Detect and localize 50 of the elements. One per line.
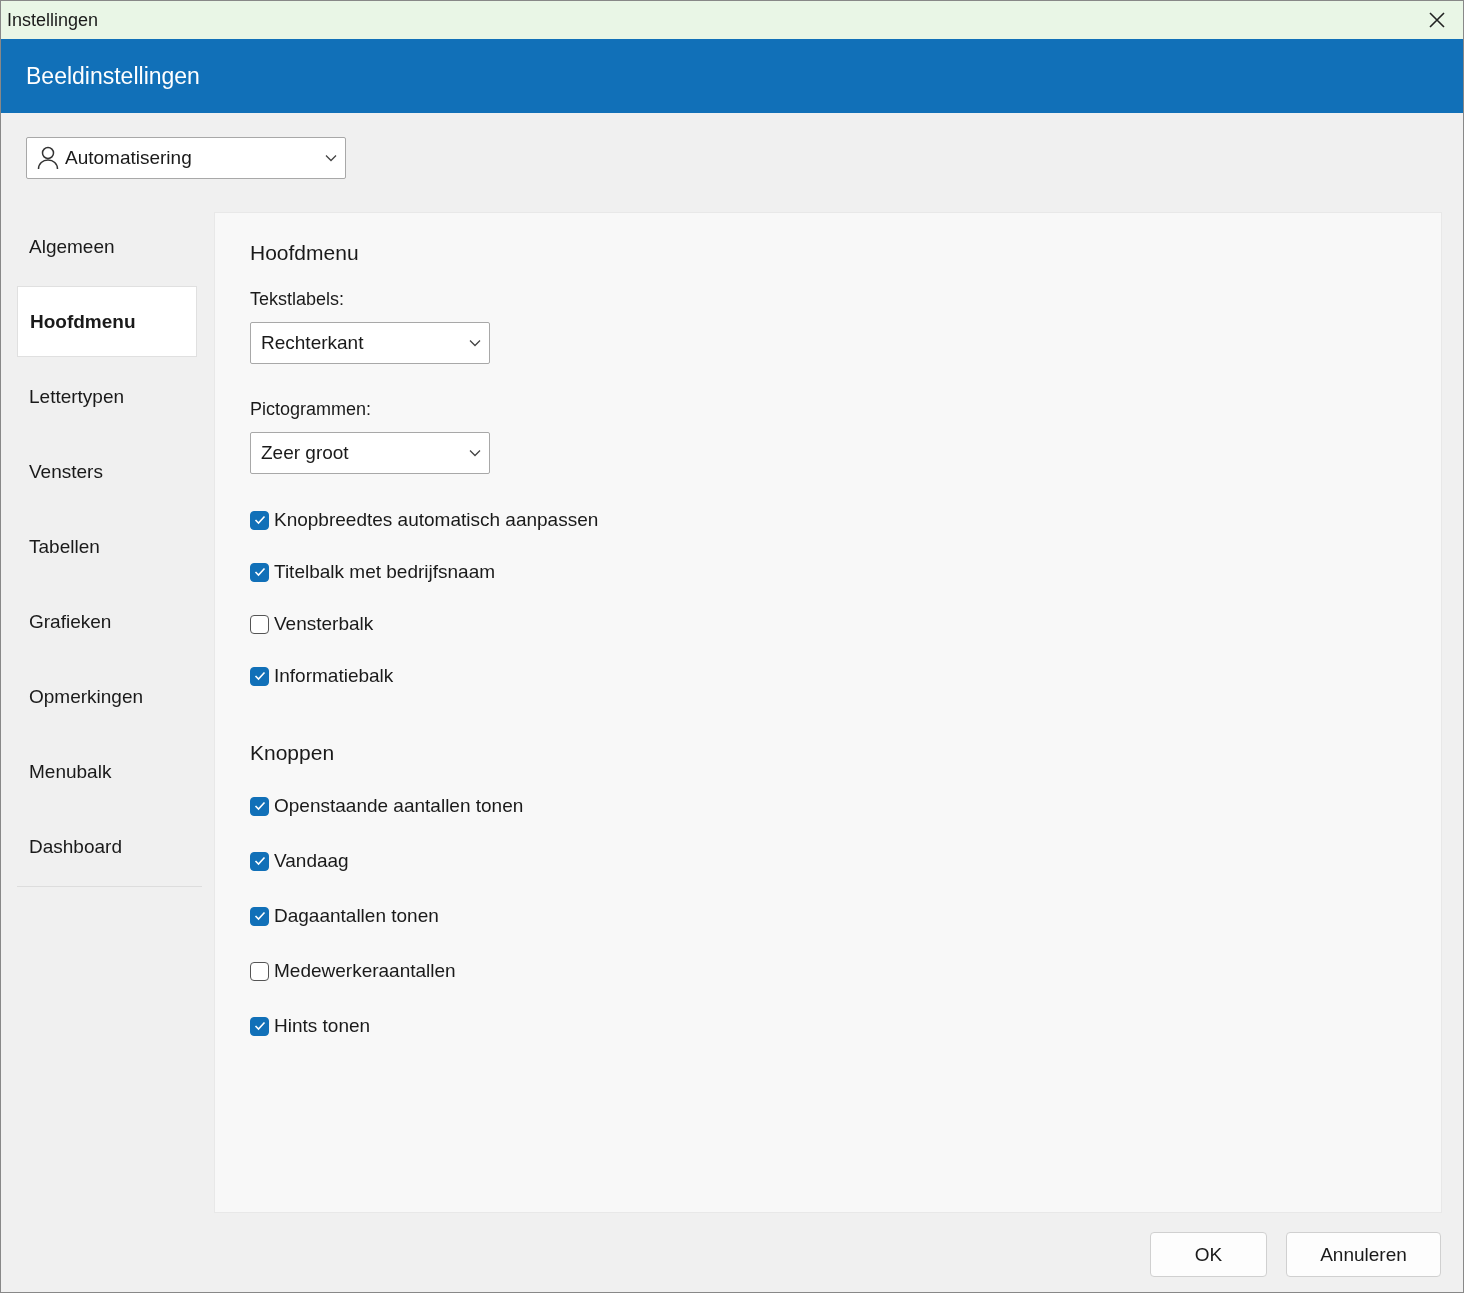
profile-dropdown[interactable]: Automatisering [26, 137, 346, 179]
dropdown[interactable]: Rechterkant [250, 322, 490, 364]
checkbox[interactable] [250, 1016, 269, 1036]
checkbox[interactable] [250, 906, 269, 926]
checkbox-label: Informatiebalk [274, 665, 394, 687]
checkmark-icon [253, 515, 266, 525]
sidebar-item[interactable]: Menubalk [17, 736, 197, 807]
field-label: Pictogrammen: [250, 399, 373, 420]
user-icon [37, 146, 59, 170]
sidebar-item[interactable]: Algemeen [17, 212, 197, 282]
section-heading: Knoppen [250, 741, 336, 765]
checkbox[interactable] [250, 961, 269, 981]
field-label: Tekstlabels: [250, 289, 346, 310]
sidebar-item[interactable]: Dashboard [17, 811, 197, 882]
checkmark-icon [253, 671, 266, 681]
checkbox[interactable] [250, 666, 269, 686]
checkbox[interactable] [250, 510, 269, 530]
checkmark-icon [253, 801, 266, 811]
checkbox-label: Medewerkeraantallen [274, 960, 456, 982]
checkmark-icon [253, 856, 266, 866]
close-icon[interactable] [1429, 12, 1445, 28]
checkbox-label: Knopbreedtes automatisch aanpassen [274, 509, 599, 531]
sidebar-item[interactable]: Opmerkingen [17, 661, 197, 732]
sidebar-item[interactable]: Vensters [17, 436, 197, 507]
dialog-button[interactable]: OK [1150, 1232, 1267, 1277]
checkbox-label: Openstaande aantallen tonen [274, 795, 524, 817]
checkmark-icon [253, 1021, 266, 1031]
checkbox-label: Hints tonen [274, 1015, 371, 1037]
dialog-button[interactable]: Annuleren [1286, 1232, 1441, 1277]
sidebar-item[interactable]: Tabellen [17, 511, 197, 582]
sidebar-item[interactable]: Hoofdmenu [17, 286, 197, 357]
checkbox[interactable] [250, 562, 269, 582]
sidebar-item[interactable]: Lettertypen [17, 361, 197, 432]
chevron-down-icon [325, 154, 337, 162]
checkbox-label: Titelbalk met bedrijfsnaam [274, 561, 496, 583]
checkbox-label: Vensterbalk [274, 613, 374, 635]
chevron-down-icon [469, 339, 481, 347]
dropdown[interactable]: Zeer groot [250, 432, 490, 474]
checkmark-icon [253, 911, 266, 921]
section-heading: Hoofdmenu [250, 241, 360, 265]
header-title: Beeldinstellingen [26, 62, 200, 90]
checkbox[interactable] [250, 796, 269, 816]
checkbox-label: Vandaag [274, 850, 349, 872]
window-title: Instellingen [7, 9, 99, 31]
checkbox-label: Dagaantallen tonen [274, 905, 439, 927]
checkmark-icon [253, 567, 266, 577]
chevron-down-icon [469, 449, 481, 457]
checkbox[interactable] [250, 851, 269, 871]
checkbox[interactable] [250, 614, 269, 634]
sidebar-item[interactable]: Grafieken [17, 586, 197, 657]
